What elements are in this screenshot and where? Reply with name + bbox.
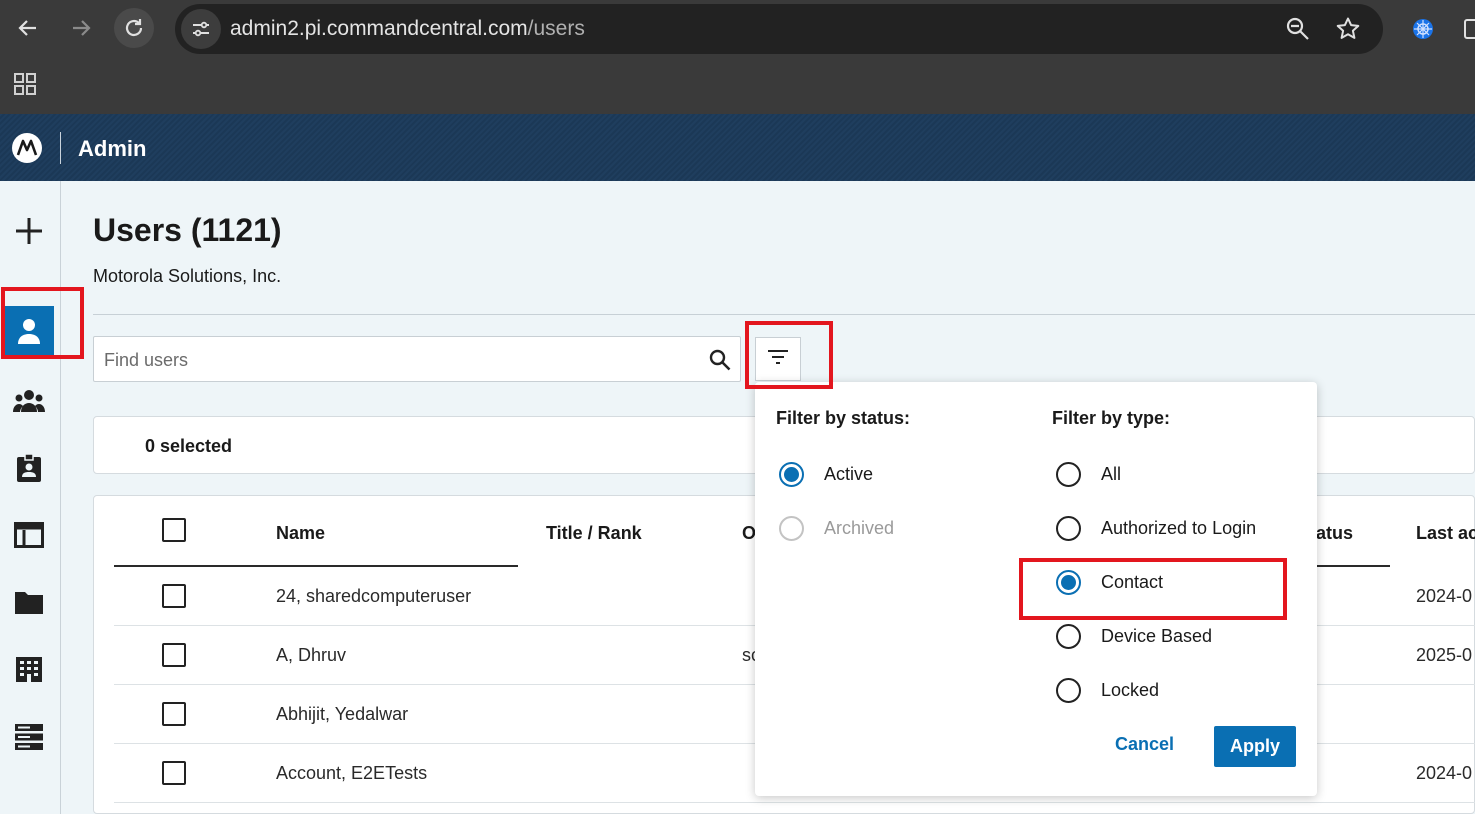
select-all-checkbox[interactable] [162, 518, 186, 542]
layout-nav-icon[interactable] [4, 510, 54, 560]
browser-chrome: admin2.pi.commandcentral.com/users [0, 0, 1475, 114]
app-header: Admin [0, 114, 1475, 181]
zoom-icon[interactable] [1285, 16, 1311, 47]
title-divider [93, 314, 1475, 315]
left-nav [0, 181, 61, 814]
radio-label-locked[interactable]: Locked [1101, 680, 1159, 701]
cell-name[interactable]: Account, E2ETests [276, 763, 427, 784]
site-info-icon[interactable] [181, 9, 221, 49]
filter-status-heading: Filter by status: [776, 408, 911, 428]
column-header-last[interactable]: Last ac [1416, 523, 1475, 544]
row-checkbox[interactable] [162, 643, 186, 667]
url-text: admin2.pi.commandcentral.com/users [230, 17, 585, 41]
radio-label-active[interactable]: Active [824, 464, 873, 485]
cell-last-active: 2024-0 [1416, 763, 1473, 783]
row-checkbox[interactable] [162, 702, 186, 726]
folder-nav-icon[interactable] [4, 577, 54, 627]
row-checkbox[interactable] [162, 761, 186, 785]
highlight-filter-button [745, 321, 833, 389]
radio-label-all[interactable]: All [1101, 464, 1121, 485]
url-host: admin2.pi.commandcentral.com [230, 17, 528, 40]
app-title: Admin [78, 136, 147, 161]
column-header-title-rank[interactable]: Title / Rank [546, 523, 642, 544]
add-icon[interactable] [4, 206, 54, 256]
row-checkbox[interactable] [162, 584, 186, 608]
extension-icon[interactable] [1410, 16, 1436, 47]
radio-type-locked[interactable] [1056, 678, 1081, 703]
badge-nav-icon[interactable] [4, 443, 54, 493]
column-header-name[interactable]: Name [276, 523, 325, 544]
motorola-logo-icon[interactable] [12, 133, 42, 163]
cell-last-active: 2025-0 [1416, 645, 1473, 665]
column-header-o[interactable]: O [742, 523, 756, 544]
organization-name: Motorola Solutions, Inc. [93, 266, 282, 286]
address-bar[interactable]: admin2.pi.commandcentral.com/users [175, 4, 1383, 54]
forward-icon[interactable] [61, 8, 101, 48]
side-panel-icon[interactable] [1462, 16, 1475, 47]
cell-name[interactable]: Abhijit, Yedalwar [276, 704, 408, 725]
radio-type-device-based[interactable] [1056, 624, 1081, 649]
apply-button[interactable]: Apply [1214, 726, 1296, 767]
cancel-button[interactable]: Cancel [1115, 734, 1174, 755]
apps-grid-icon[interactable] [13, 72, 37, 101]
radio-status-active[interactable] [779, 462, 804, 487]
reload-icon[interactable] [114, 8, 154, 48]
filter-type-heading: Filter by type: [1052, 408, 1171, 428]
cell-name[interactable]: A, Dhruv [276, 645, 346, 666]
search-icon[interactable] [708, 348, 732, 377]
radio-status-archived[interactable] [779, 516, 804, 541]
radio-label-archived[interactable]: Archived [824, 518, 894, 539]
radio-type-all[interactable] [1056, 462, 1081, 487]
radio-type-authorized[interactable] [1056, 516, 1081, 541]
radio-label-authorized[interactable]: Authorized to Login [1101, 518, 1256, 539]
search-input[interactable] [104, 347, 694, 373]
url-path: /users [527, 17, 585, 40]
groups-nav-icon[interactable] [4, 376, 54, 426]
radio-label-device-based[interactable]: Device Based [1101, 626, 1212, 647]
back-icon[interactable] [8, 8, 48, 48]
servers-nav-icon[interactable] [4, 712, 54, 762]
building-nav-icon[interactable] [4, 644, 54, 694]
selected-count: 0 selected [145, 436, 233, 456]
cell-name[interactable]: 24, sharedcomputeruser [276, 586, 471, 607]
search-box [93, 336, 741, 382]
cell-last-active: 2024-0 [1416, 586, 1473, 606]
bookmark-star-icon[interactable] [1335, 16, 1361, 47]
highlight-contact-option [1019, 558, 1287, 620]
page-title: Users (1121) [93, 212, 282, 248]
highlight-users-nav [1, 287, 84, 359]
header-divider [60, 132, 61, 164]
